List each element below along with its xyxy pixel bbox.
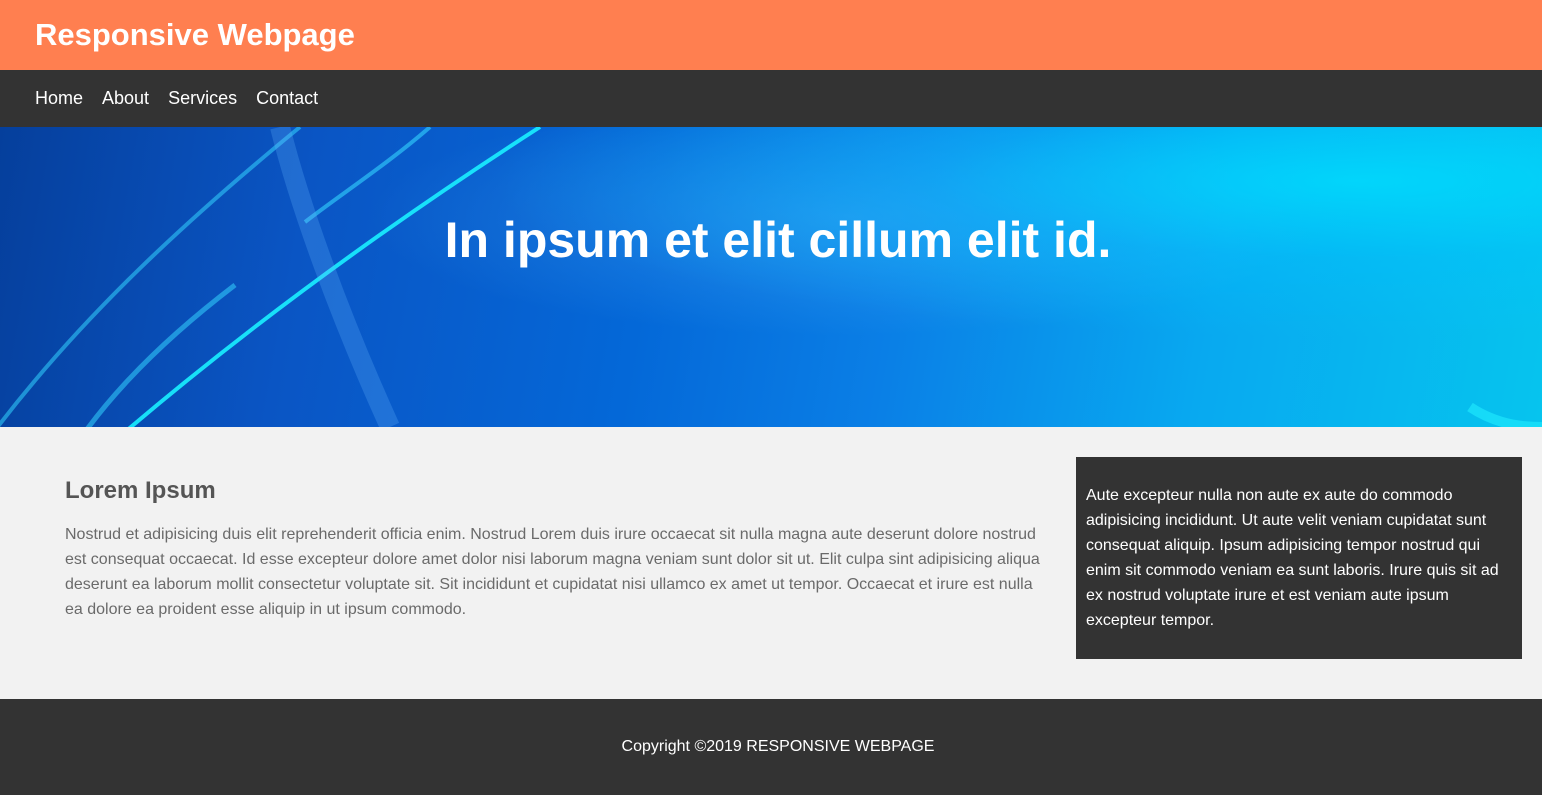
hero-streak <box>0 127 302 427</box>
nav-link-services[interactable]: Services <box>168 88 237 108</box>
hero-streak <box>85 283 237 427</box>
site-title: Responsive Webpage <box>35 17 355 52</box>
nav-link-contact[interactable]: Contact <box>256 88 318 108</box>
hero-heading: In ipsum et elit cillum elit id. <box>444 212 1112 268</box>
site-footer: Copyright ©2019 RESPONSIVE WEBPAGE <box>0 699 1542 795</box>
main-content: Lorem Ipsum Nostrud et adipisicing duis … <box>0 427 1542 699</box>
nav-item-services: Services <box>168 87 237 109</box>
nav-link-home[interactable]: Home <box>35 88 83 108</box>
main-nav: Home About Services Contact <box>0 70 1542 127</box>
footer-copyright: Copyright ©2019 RESPONSIVE WEBPAGE <box>621 738 935 755</box>
nav-link-about[interactable]: About <box>102 88 149 108</box>
nav-item-home: Home <box>35 87 83 109</box>
nav-item-contact: Contact <box>256 87 318 109</box>
article-text: Nostrud et adipisicing duis elit reprehe… <box>65 526 1040 618</box>
hero-banner: In ipsum et elit cillum elit id. <box>0 127 1542 427</box>
hero-streak <box>1467 402 1542 427</box>
nav-item-about: About <box>102 87 149 109</box>
sidebar-text: Aute excepteur nulla non aute ex aute do… <box>1086 487 1499 629</box>
nav-list: Home About Services Contact <box>35 87 318 109</box>
hero-streak <box>303 127 432 224</box>
sidebar: Aute excepteur nulla non aute ex aute do… <box>1076 457 1522 659</box>
article-heading: Lorem Ipsum <box>65 477 216 504</box>
hero-background-graphic <box>0 127 1542 427</box>
site-header: Responsive Webpage <box>0 0 1542 70</box>
